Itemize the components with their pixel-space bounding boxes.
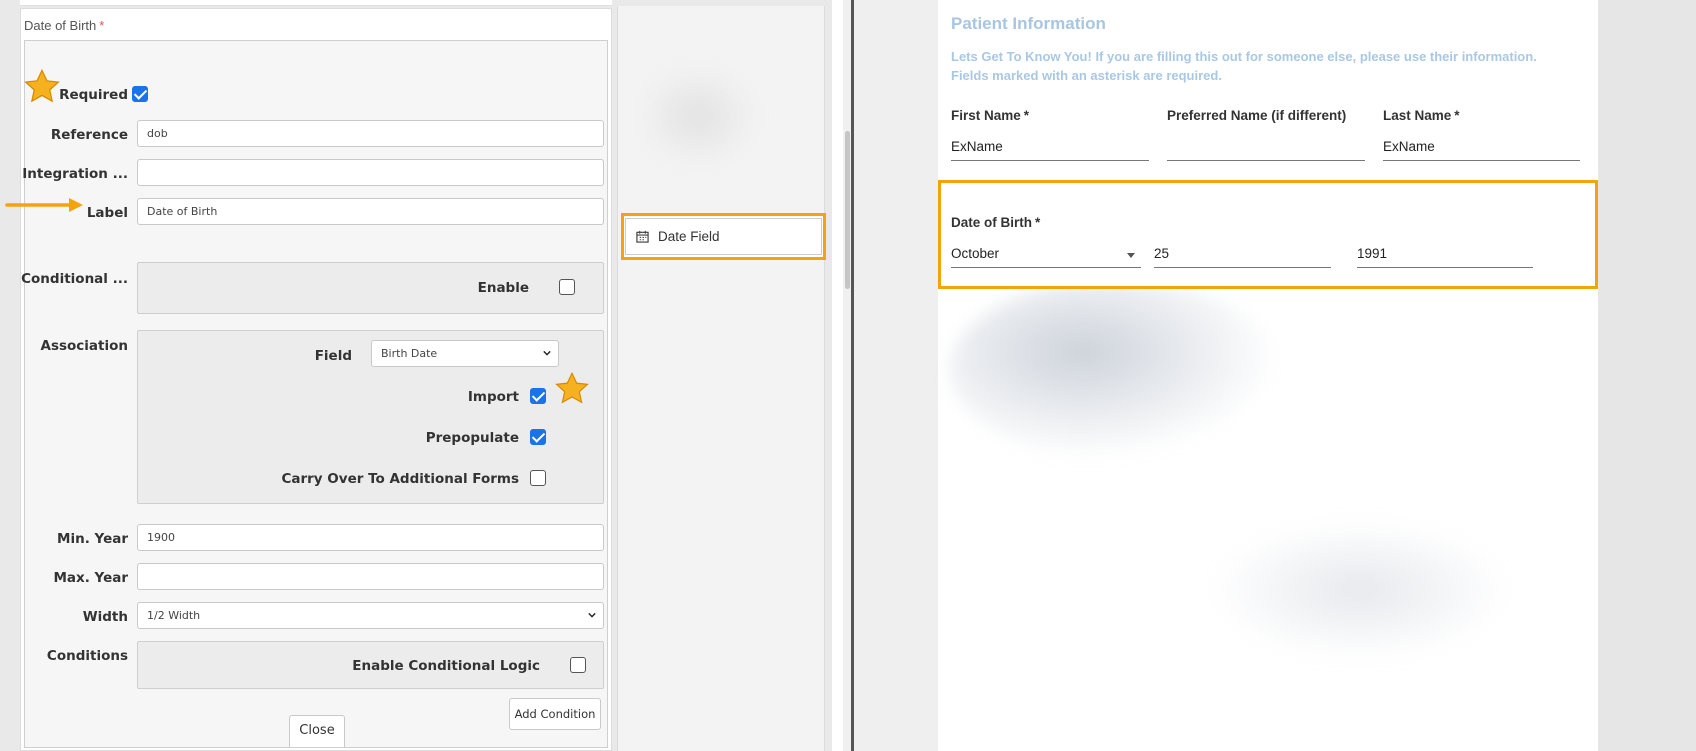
min-year-input[interactable]: 1900 (137, 524, 604, 551)
integration-input[interactable] (137, 159, 604, 186)
width-label: Width (82, 609, 128, 625)
carry-over-label: Carry Over To Additional Forms (281, 471, 519, 487)
editor-card: Date of Birth * Required Reference dob In… (5, 8, 612, 751)
field-select-value: Birth Date (381, 347, 438, 360)
reference-input[interactable]: dob (137, 120, 604, 147)
month-select-value: October (951, 246, 1000, 261)
width-select[interactable]: 1/2 Width (137, 602, 604, 629)
field-label: Field (314, 348, 352, 364)
scrollbar-track[interactable] (843, 0, 851, 751)
arrow-icon (5, 198, 83, 212)
enable-label: Enable (477, 280, 529, 296)
prepopulate-checkbox[interactable] (530, 429, 546, 445)
max-year-input[interactable] (137, 563, 604, 590)
field-select[interactable]: Birth Date (371, 340, 559, 367)
required-asterisk: * (99, 18, 105, 33)
blurred-region (638, 66, 758, 166)
integration-label: Integration ... (22, 166, 128, 182)
prepopulate-label: Prepopulate (425, 430, 519, 446)
conditional-box: Enable (137, 262, 604, 314)
previous-card-edge (20, 0, 612, 6)
label-label: Label (86, 205, 128, 221)
first-name-input[interactable]: ExName (951, 136, 1149, 161)
conditions-box: Enable Conditional Logic (137, 641, 604, 689)
day-input[interactable]: 25 (1154, 243, 1331, 268)
width-select-value: 1/2 Width (147, 609, 201, 622)
blurred-region (1210, 520, 1510, 660)
preferred-name-label: Preferred Name (if different) (1167, 108, 1347, 123)
section-intro: Lets Get To Know You! If you are filling… (951, 47, 1591, 85)
date-field-inner: Date Field (625, 218, 822, 255)
first-name-label-text: First Name (951, 108, 1021, 123)
year-input[interactable]: 1991 (1357, 243, 1533, 268)
chevron-down-icon (543, 350, 551, 356)
conditional-label: Conditional ... (21, 271, 128, 287)
section-title: Patient Information (951, 14, 1106, 33)
reference-label: Reference (50, 127, 128, 143)
import-label: Import (467, 389, 519, 405)
dob-label-text: Date of Birth (951, 215, 1032, 230)
card-title-text: Date of Birth (24, 18, 97, 33)
calendar-icon (636, 230, 649, 243)
association-box: Field Birth Date Import Prepopulate Carr… (137, 330, 604, 504)
last-name-label: Last Name * (1383, 108, 1460, 123)
enable-logic-checkbox[interactable] (570, 657, 586, 673)
conditions-label: Conditions (46, 648, 128, 664)
blurred-region (950, 280, 1280, 460)
intro-line: Fields marked with an asterisk are requi… (951, 68, 1222, 83)
month-select[interactable]: October (951, 243, 1141, 268)
properties-box: Required Reference dob Integration ... L… (5, 40, 608, 748)
star-icon (555, 371, 589, 404)
association-label: Association (40, 338, 129, 354)
enable-checkbox[interactable] (559, 279, 575, 295)
date-field-item[interactable]: Date Field (621, 213, 826, 260)
caret-down-icon (1127, 253, 1135, 258)
intro-line: Lets Get To Know You! If you are filling… (951, 49, 1537, 64)
required-asterisk: * (1035, 215, 1041, 230)
required-checkbox[interactable] (132, 86, 148, 102)
star-icon (24, 68, 60, 103)
last-name-label-text: Last Name (1383, 108, 1452, 123)
preferred-name-input[interactable] (1167, 136, 1365, 161)
import-checkbox[interactable] (530, 388, 546, 404)
preview-gutter (1598, 0, 1696, 751)
dob-highlight-box[interactable]: Date of Birth * October 25 1991 (938, 180, 1598, 289)
dob-label: Date of Birth * (951, 215, 1040, 230)
required-label: Required (59, 87, 128, 103)
first-name-label: First Name * (951, 108, 1029, 123)
field-editor-panel: Date of Birth * Required Reference dob In… (0, 0, 617, 751)
field-palette (617, 6, 825, 751)
carry-over-checkbox[interactable] (530, 470, 546, 486)
date-field-label: Date Field (658, 229, 720, 244)
required-asterisk: * (1454, 108, 1460, 123)
min-year-label: Min. Year (57, 531, 128, 547)
label-input[interactable]: Date of Birth (137, 198, 604, 225)
required-asterisk: * (1023, 108, 1030, 123)
close-button[interactable]: Close (289, 715, 345, 747)
max-year-label: Max. Year (53, 570, 128, 586)
last-name-input[interactable]: ExName (1383, 136, 1580, 161)
scrollbar-thumb[interactable] (845, 131, 850, 289)
card-title: Date of Birth * (24, 18, 104, 33)
chevron-down-icon (588, 612, 596, 618)
add-condition-button[interactable]: Add Condition (509, 698, 601, 730)
enable-logic-label: Enable Conditional Logic (352, 658, 540, 674)
field-palette-column: Date Field (617, 0, 832, 751)
